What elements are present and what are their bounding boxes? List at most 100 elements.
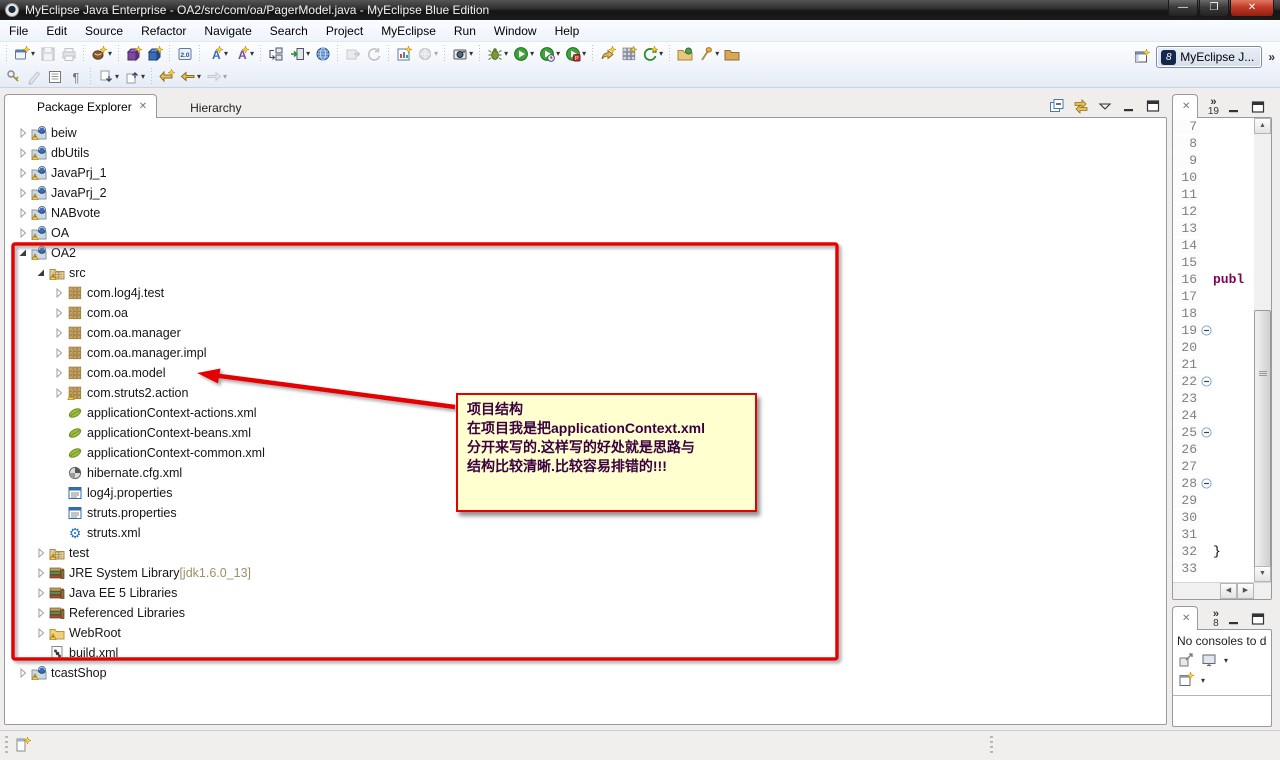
open-perspective-icon[interactable] xyxy=(1133,49,1150,66)
prev-annotation-button[interactable]: ▾ xyxy=(121,66,147,88)
editor-tab-stub[interactable]: ✕ xyxy=(1172,94,1199,118)
tree-expand-icon[interactable] xyxy=(33,545,49,561)
editor-code-area[interactable]: 7 8 9 10 11 12 13 14 15 16 publ 17 18 19 20 21 22 23 24 25 2… xyxy=(1173,118,1254,582)
menu-help[interactable]: Help xyxy=(546,21,589,41)
dropdown-arrow-icon[interactable]: ▾ xyxy=(659,49,663,58)
tree-item-test[interactable]: test xyxy=(5,543,1166,563)
dropdown-arrow-icon[interactable]: ▾ xyxy=(115,72,119,81)
new-web-project-button[interactable] xyxy=(144,43,165,65)
new-web-component-button[interactable] xyxy=(597,43,618,65)
tree-item-javaprj-2[interactable]: JavaPrj_2 xyxy=(5,183,1166,203)
fold-collapse-icon[interactable] xyxy=(1200,376,1213,387)
tree-expand-icon[interactable] xyxy=(33,585,49,601)
tab-package-explorer[interactable]: Package Explorer ✕ xyxy=(4,94,158,118)
close-button[interactable]: ✕ xyxy=(1230,0,1274,17)
tree-item-build-xml[interactable]: build.xml xyxy=(5,643,1166,663)
dropdown-arrow-icon[interactable]: ▾ xyxy=(31,49,35,58)
open-resource-button[interactable] xyxy=(674,43,695,65)
refresh-g-button[interactable]: ▾ xyxy=(639,43,665,65)
fold-collapse-icon[interactable] xyxy=(1200,478,1213,489)
new-ejb-project-button[interactable] xyxy=(123,43,144,65)
menu-file[interactable]: File xyxy=(0,21,37,41)
menu-source[interactable]: Source xyxy=(76,21,132,41)
display-selected-console-icon[interactable] xyxy=(1200,652,1218,668)
tree-item-tcastshop[interactable]: tcastShop xyxy=(5,663,1166,683)
editor-vertical-scrollbar[interactable]: ▲ ▼ xyxy=(1254,118,1271,582)
collapse-all-icon[interactable] xyxy=(1048,98,1066,114)
back-button[interactable]: ▾ xyxy=(177,66,203,88)
tree-expand-icon[interactable] xyxy=(51,285,67,301)
show-source-button[interactable] xyxy=(44,66,65,88)
tree-expand-icon[interactable] xyxy=(33,265,49,281)
menu-refactor[interactable]: Refactor xyxy=(132,21,195,41)
dropdown-arrow-icon[interactable]: ▾ xyxy=(141,72,145,81)
minimize-view-icon[interactable] xyxy=(1120,98,1138,114)
menu-edit[interactable]: Edit xyxy=(37,21,76,41)
tree-expand-icon[interactable] xyxy=(15,205,31,221)
show-whitespace-button[interactable]: ¶ xyxy=(65,66,86,88)
run-button[interactable]: ▾ xyxy=(510,43,536,65)
minimize-view-icon[interactable] xyxy=(1225,99,1243,115)
dropdown-arrow-icon[interactable]: ▾ xyxy=(250,49,254,58)
restore-button[interactable]: ❐ xyxy=(1199,0,1229,17)
dropdown-arrow-icon[interactable]: ▾ xyxy=(197,72,201,81)
menu-project[interactable]: Project xyxy=(317,21,372,41)
tree-expand-icon[interactable] xyxy=(51,365,67,381)
scrollbar-thumb[interactable] xyxy=(1254,310,1271,582)
deploy-button[interactable]: ▾ xyxy=(286,43,312,65)
tree-expand-icon[interactable] xyxy=(15,145,31,161)
menu-myeclipse[interactable]: MyEclipse xyxy=(372,21,445,41)
dropdown-arrow-icon[interactable]: ▾ xyxy=(223,72,227,81)
new-wizard-button[interactable]: ▾ xyxy=(11,43,37,65)
fold-collapse-icon[interactable] xyxy=(1200,427,1213,438)
dropdown-arrow-icon[interactable]: ▾ xyxy=(530,49,534,58)
run-external-button[interactable]: ▾ xyxy=(536,43,562,65)
externalize-strings-button[interactable] xyxy=(2,66,23,88)
maximize-view-icon[interactable] xyxy=(1249,611,1267,627)
tree-item-beiw[interactable]: beiw xyxy=(5,123,1166,143)
dropdown-arrow-icon[interactable]: ▾ xyxy=(1201,676,1205,685)
tree-item-java-ee-5-libraries[interactable]: Java EE 5 Libraries xyxy=(5,583,1166,603)
search-torch-button[interactable]: ▾ xyxy=(695,43,721,65)
tree-expand-icon[interactable] xyxy=(51,305,67,321)
tree-item-com-oa[interactable]: com.oa xyxy=(5,303,1166,323)
jpa-2-0-button[interactable]: 2.0 xyxy=(174,43,195,65)
scroll-up-button[interactable]: ▲ xyxy=(1254,118,1271,134)
deploy-sync-button[interactable] xyxy=(265,43,286,65)
link-with-editor-icon[interactable] xyxy=(1072,98,1090,114)
fast-view-icon[interactable] xyxy=(15,737,31,753)
open-directory-button[interactable] xyxy=(721,43,742,65)
tree-expand-icon[interactable] xyxy=(51,385,67,401)
tree-item-javaprj-1[interactable]: JavaPrj_1 xyxy=(5,163,1166,183)
web-browser-button[interactable] xyxy=(312,43,333,65)
dropdown-arrow-icon[interactable]: ▾ xyxy=(469,49,473,58)
tab-hierarchy[interactable]: Hierarchy xyxy=(157,96,251,118)
maximize-view-icon[interactable] xyxy=(1144,98,1162,114)
tree-item-src[interactable]: src xyxy=(5,263,1166,283)
tree-item-com-oa-manager[interactable]: com.oa.manager xyxy=(5,323,1166,343)
tree-item-jre-system-library[interactable]: JRE System Library [jdk1.6.0_13] xyxy=(5,563,1166,583)
new-interface-button[interactable]: A ▾ xyxy=(230,43,256,65)
new-java-bean-button[interactable]: ▾ xyxy=(88,43,114,65)
trim-drag-handle[interactable] xyxy=(990,736,993,756)
tree-expand-icon[interactable] xyxy=(33,605,49,621)
tree-item-oa2[interactable]: OA2 xyxy=(5,243,1166,263)
view-menu-icon[interactable] xyxy=(1096,98,1114,114)
menu-search[interactable]: Search xyxy=(261,21,317,41)
new-class-button[interactable]: A ▾ xyxy=(204,43,230,65)
scroll-down-button[interactable]: ▼ xyxy=(1254,566,1271,582)
tree-item-oa[interactable]: OA xyxy=(5,223,1166,243)
tree-expand-icon[interactable] xyxy=(15,165,31,181)
scroll-right-button[interactable]: ▶ xyxy=(1237,583,1254,599)
scroll-left-button[interactable]: ◀ xyxy=(1220,583,1237,599)
fold-collapse-icon[interactable] xyxy=(1200,325,1213,336)
tree-expand-icon[interactable] xyxy=(15,225,31,241)
trim-drag-handle[interactable] xyxy=(5,736,8,756)
console-tab-overflow[interactable]: » 8 xyxy=(1213,609,1219,629)
tree-expand-icon[interactable] xyxy=(33,565,49,581)
tree-expand-icon[interactable] xyxy=(15,185,31,201)
perspective-button-myeclipse[interactable]: 8 MyEclipse J... xyxy=(1156,46,1263,68)
next-annotation-button[interactable]: ▾ xyxy=(95,66,121,88)
console-tab-stub[interactable]: ✕ xyxy=(1172,606,1199,630)
tab-close-icon[interactable]: ✕ xyxy=(137,101,147,112)
